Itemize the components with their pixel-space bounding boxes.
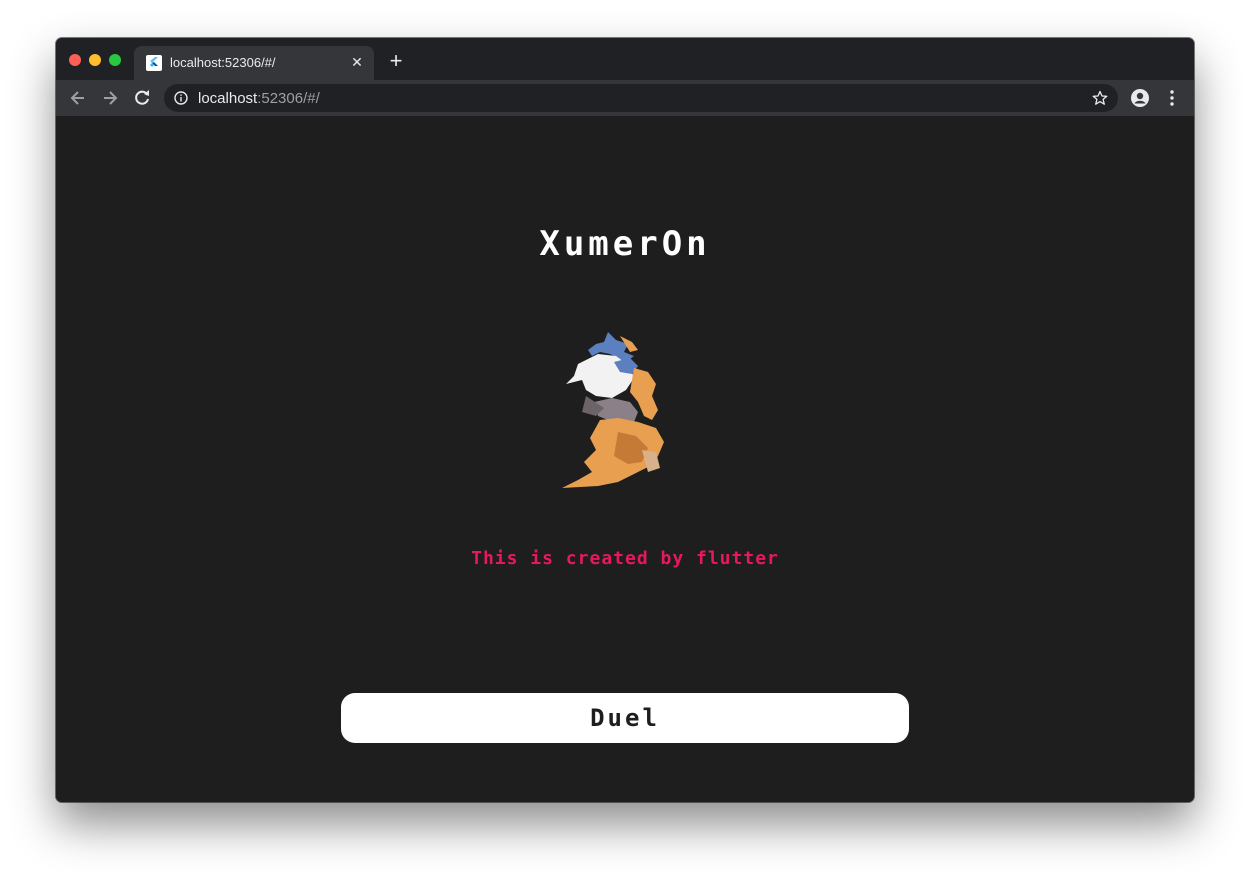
flutter-favicon-icon (146, 55, 162, 71)
app-viewport: XumerOn This is created by flutter Duel (56, 116, 1194, 802)
app-title: XumerOn (539, 224, 711, 264)
duel-button[interactable]: Duel (341, 693, 909, 743)
reload-icon[interactable] (132, 88, 152, 108)
bookmark-star-icon[interactable] (1092, 90, 1108, 106)
address-bar[interactable]: localhost:52306/#/ (164, 84, 1118, 112)
url-path: :52306/#/ (257, 90, 320, 107)
back-arrow-icon[interactable] (68, 88, 88, 108)
tab-title: localhost:52306/#/ (170, 55, 276, 70)
info-icon[interactable] (174, 91, 188, 105)
url-host: localhost (198, 90, 258, 107)
kebab-menu-icon[interactable] (1164, 88, 1180, 108)
subtitle-text: This is created by flutter (471, 548, 779, 569)
browser-tab[interactable]: localhost:52306/#/ ✕ (134, 46, 374, 80)
tab-strip: localhost:52306/#/ ✕ + (56, 38, 1194, 80)
maximize-window-button[interactable] (109, 54, 121, 66)
close-window-button[interactable] (69, 54, 81, 66)
url-text: localhost:52306/#/ (198, 90, 320, 107)
minimize-window-button[interactable] (89, 54, 101, 66)
browser-window: localhost:52306/#/ ✕ + localhost:52306/#… (56, 38, 1194, 802)
close-tab-icon[interactable]: ✕ (349, 54, 365, 70)
browser-toolbar: localhost:52306/#/ (56, 80, 1194, 116)
new-tab-icon[interactable]: + (386, 50, 406, 72)
profile-avatar-icon[interactable] (1130, 88, 1150, 108)
forward-arrow-icon[interactable] (100, 88, 120, 108)
xumeron-character-image (538, 332, 688, 492)
